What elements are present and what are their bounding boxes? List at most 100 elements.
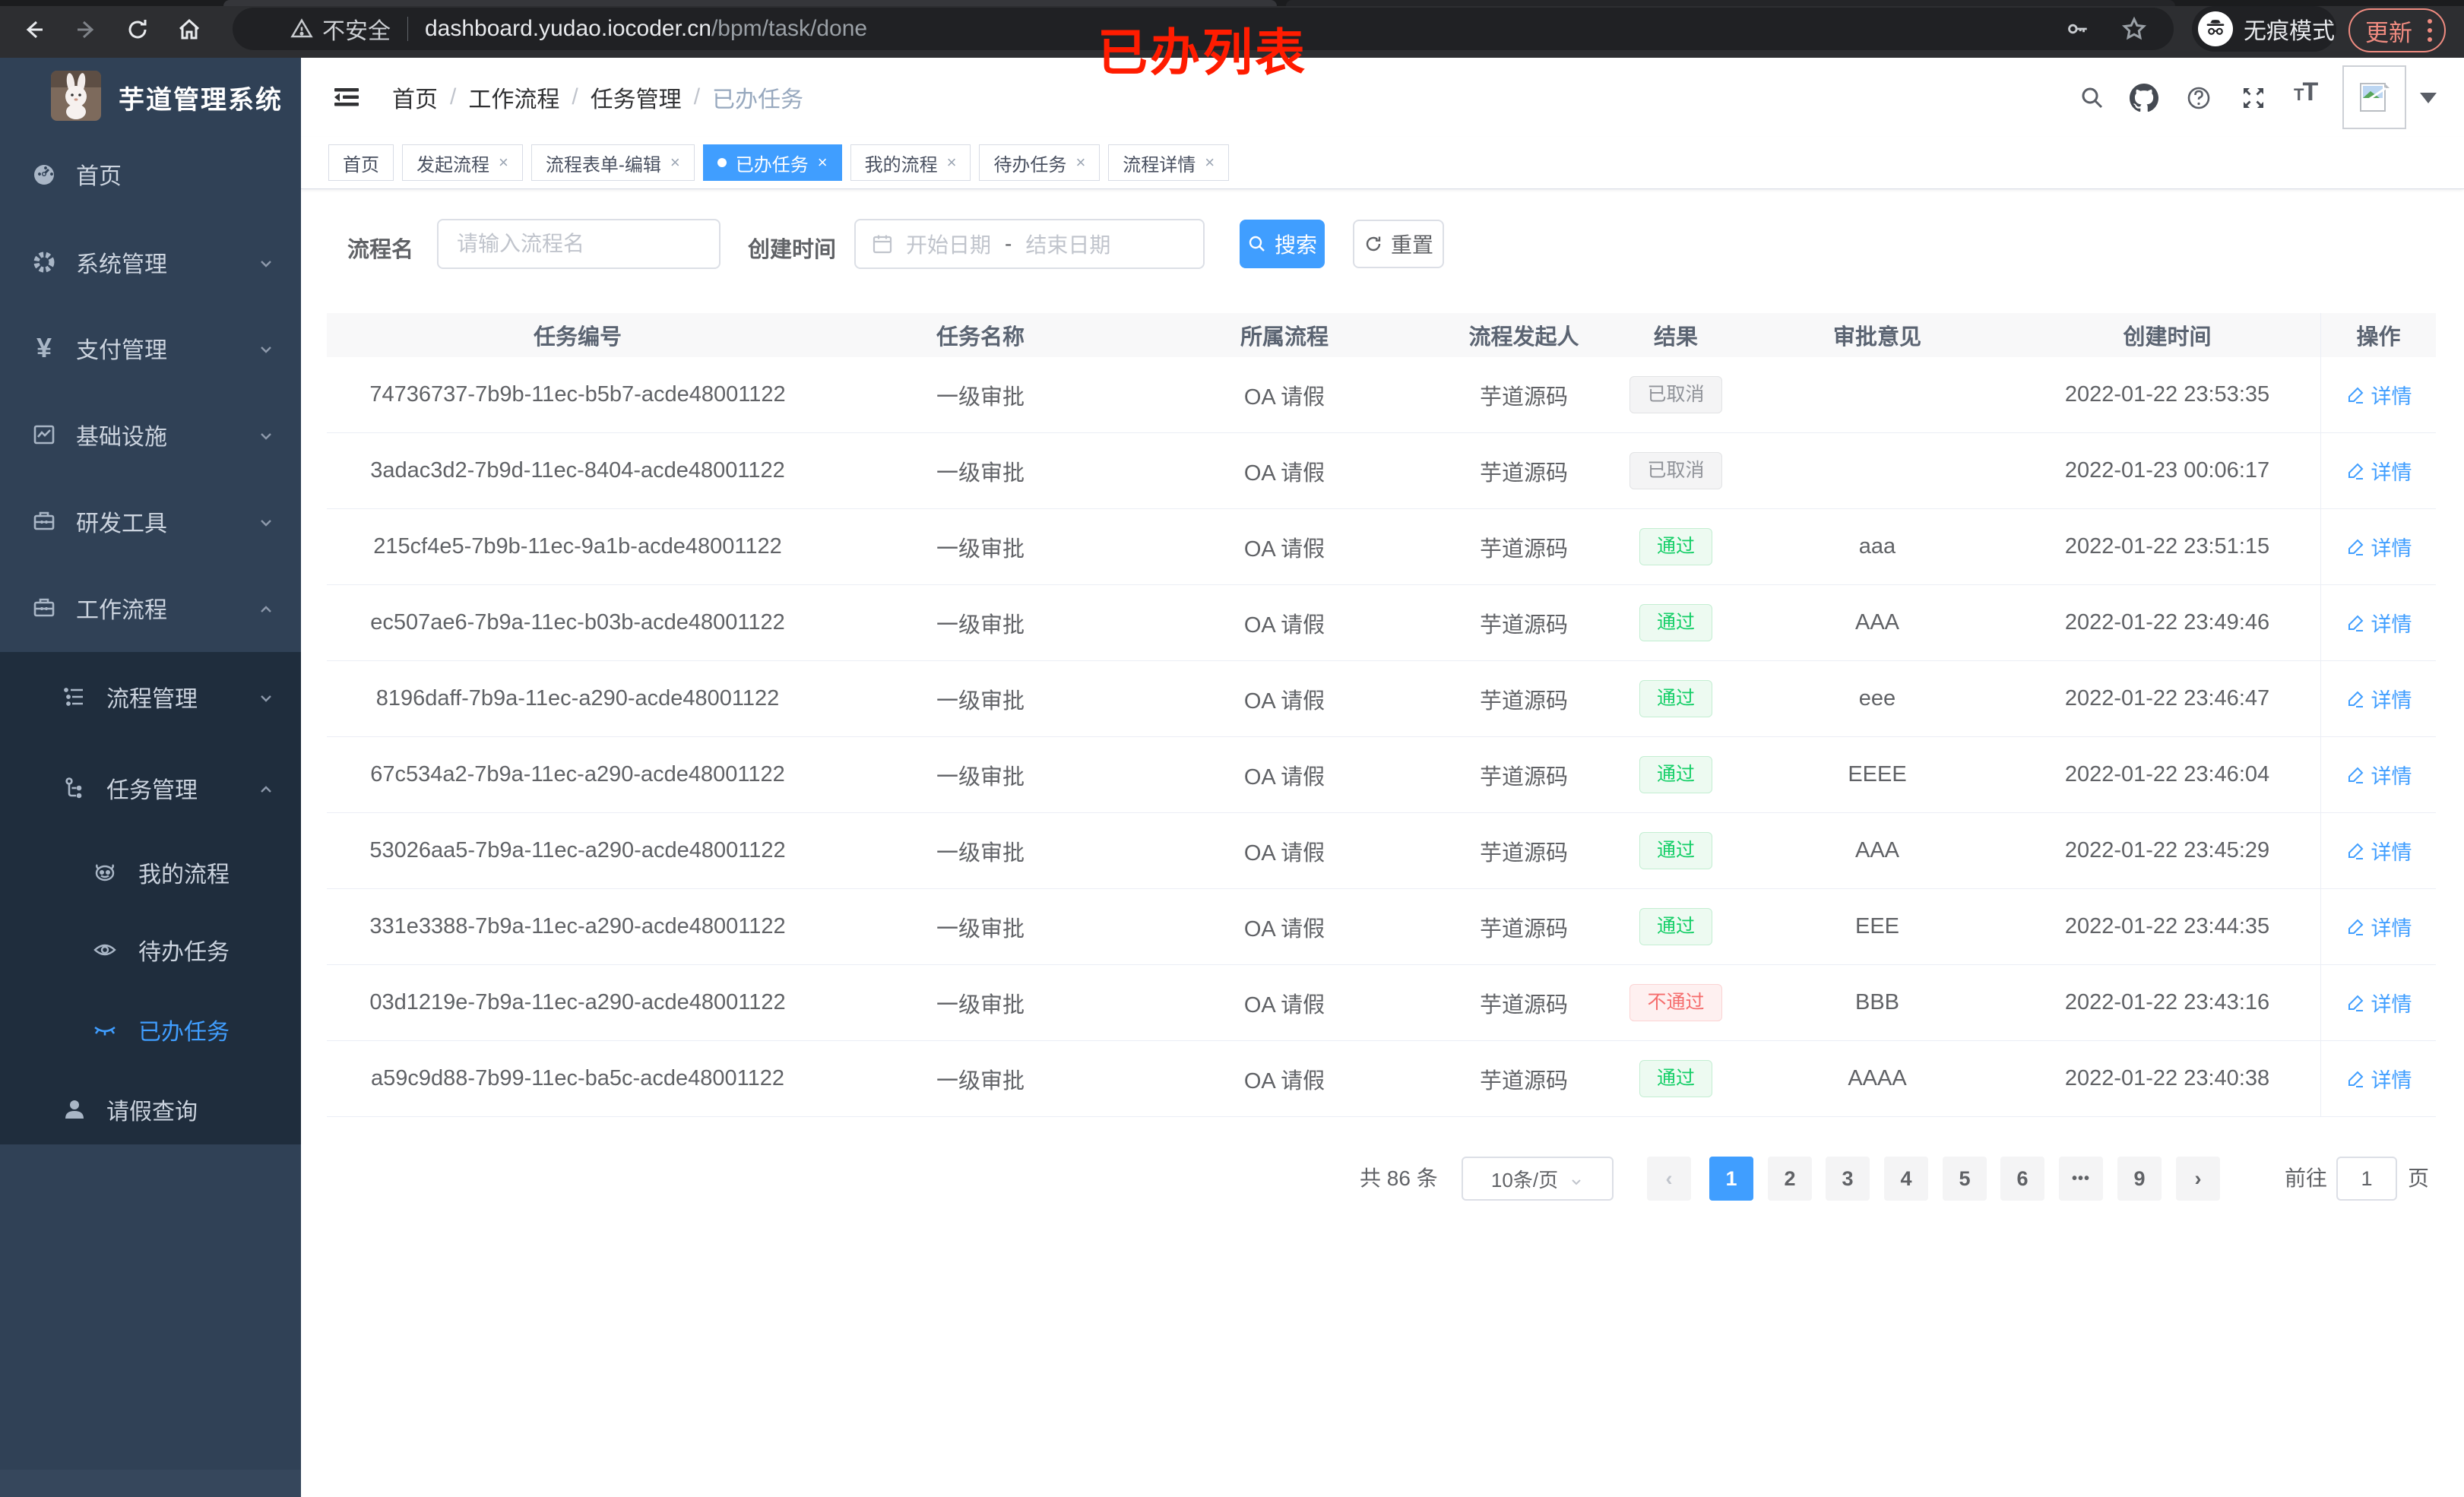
back-icon[interactable] — [21, 17, 47, 43]
detail-link[interactable]: 详情 — [2345, 380, 2412, 410]
sidebar-item-infra[interactable]: 基础设施 — [0, 393, 301, 476]
page-button-1[interactable]: 1 — [1709, 1157, 1753, 1201]
detail-link[interactable]: 详情 — [2345, 684, 2412, 714]
page-button-3[interactable]: 3 — [1826, 1157, 1870, 1201]
bookmark-star-icon[interactable] — [2120, 15, 2148, 43]
detail-link[interactable]: 详情 — [2345, 836, 2412, 866]
chevron-down-icon — [257, 339, 275, 357]
tab-close-icon[interactable]: × — [1205, 153, 1215, 172]
reset-button[interactable]: 重置 — [1353, 220, 1444, 268]
sidebar-item-task-mgmt[interactable]: 任务管理 — [0, 746, 301, 830]
create-time: 2022-01-22 23:45:29 — [2064, 838, 2270, 862]
sidebar-collapse-icon[interactable] — [331, 82, 362, 112]
forward-icon[interactable] — [73, 17, 99, 43]
flow-node-icon — [61, 774, 88, 802]
goto-page-input[interactable] — [2336, 1157, 2397, 1201]
tab-label: 待办任务 — [993, 154, 1067, 176]
tab-done-task[interactable]: 已办任务 × — [702, 144, 842, 181]
security-warning[interactable]: 不安全 — [290, 12, 391, 46]
detail-link[interactable]: 详情 — [2345, 608, 2412, 638]
sidebar-item-system[interactable]: 系统管理 — [0, 220, 301, 304]
page-button-6[interactable]: 6 — [2000, 1157, 2044, 1201]
breadcrumb-item[interactable]: 首页 — [392, 81, 438, 114]
tab-close-icon[interactable]: × — [818, 153, 828, 172]
process-name-input[interactable] — [437, 219, 721, 269]
github-icon[interactable] — [2130, 84, 2160, 114]
page-button-2[interactable]: 2 — [1768, 1157, 1812, 1201]
date-range-picker[interactable]: 开始日期 - 结束日期 — [854, 219, 1205, 269]
detail-link[interactable]: 详情 — [2345, 912, 2412, 942]
sidebar-item-todo-task[interactable]: 待办任务 — [0, 908, 301, 992]
create-time: 2022-01-23 00:06:17 — [2064, 458, 2270, 483]
help-icon[interactable] — [2184, 84, 2215, 114]
detail-link[interactable]: 详情 — [2345, 456, 2412, 486]
detail-link-label: 详情 — [2371, 689, 2412, 712]
tab-start-process[interactable]: 发起流程 × — [402, 144, 523, 181]
home-icon[interactable] — [176, 17, 202, 43]
avatar[interactable] — [2342, 65, 2406, 129]
approve-comment: BBB — [1854, 990, 1900, 1014]
chevron-down-icon — [257, 426, 275, 444]
column-header: 任务名称 — [936, 325, 1025, 350]
sidebar-item-process-mgmt[interactable]: 流程管理 — [0, 655, 301, 739]
tab-close-icon[interactable]: × — [1075, 153, 1085, 172]
task-name: 一级审批 — [936, 460, 1025, 486]
key-icon[interactable] — [2064, 16, 2090, 42]
more-pages-button[interactable]: ••• — [2059, 1157, 2103, 1201]
prev-page-button[interactable]: ‹ — [1647, 1157, 1691, 1201]
breadcrumb: 首页 / 工作流程 / 任务管理 / 已办任务 — [392, 58, 803, 137]
tab-process-detail[interactable]: 流程详情 × — [1108, 144, 1230, 181]
browser-menu-icon[interactable] — [2428, 19, 2432, 42]
breadcrumb-separator: / — [572, 84, 578, 109]
detail-link-label: 详情 — [2371, 841, 2412, 864]
breadcrumb-item[interactable]: 工作流程 — [468, 81, 559, 114]
header-search-icon[interactable] — [2078, 84, 2108, 114]
font-size-icon[interactable]: TT — [2294, 78, 2324, 108]
sidebar-logo[interactable]: 芋道管理系统 — [0, 58, 301, 141]
detail-link[interactable]: 详情 — [2345, 1064, 2412, 1093]
sidebar-item-devtools[interactable]: 研发工具 — [0, 479, 301, 563]
process-name-label: 流程名 — [347, 238, 414, 262]
tab-todo-task[interactable]: 待办任务 × — [979, 144, 1101, 181]
sidebar-item-home[interactable]: 首页 — [0, 132, 301, 216]
next-page-button[interactable]: › — [2176, 1157, 2220, 1201]
breadcrumb-item[interactable]: 任务管理 — [591, 81, 682, 114]
column-header: 创建时间 — [2123, 325, 2212, 350]
reload-icon[interactable] — [125, 17, 150, 43]
sidebar: 芋道管理系统 首页 系统管理 ¥ 支付管理 基础设施 研发工具 工作流程 流程管… — [0, 58, 301, 1497]
page-button-4[interactable]: 4 — [1884, 1157, 1928, 1201]
table-row: 215cf4e5-7b9b-11ec-9a1b-acde48001122 一级审… — [327, 509, 2436, 585]
task-id: 215cf4e5-7b9b-11ec-9a1b-acde48001122 — [373, 534, 782, 559]
page-button-9[interactable]: 9 — [2117, 1157, 2162, 1201]
tab-form-edit[interactable]: 流程表单-编辑 × — [530, 144, 695, 181]
toolbox-icon — [30, 508, 58, 535]
done-task-table: 任务编号 任务名称 所属流程 流程发起人 结果 审批意见 创建时间 操作 747… — [327, 313, 2436, 1117]
breadcrumb-separator: / — [450, 84, 457, 109]
column-header: 结果 — [1653, 325, 1698, 350]
tab-close-icon[interactable]: × — [499, 153, 508, 172]
update-button[interactable]: 更新 — [2348, 8, 2446, 52]
detail-link-label: 详情 — [2371, 993, 2412, 1016]
detail-link[interactable]: 详情 — [2345, 988, 2412, 1018]
page-size-select[interactable]: 10条/页 — [1462, 1157, 1614, 1201]
detail-link-label: 详情 — [2371, 917, 2412, 940]
sidebar-item-leave-query[interactable]: 请假查询 — [0, 1068, 301, 1151]
tab-my-process[interactable]: 我的流程 × — [850, 144, 971, 181]
approve-comment: EEE — [1854, 914, 1900, 938]
detail-link[interactable]: 详情 — [2345, 532, 2412, 562]
sidebar-item-my-process[interactable]: 我的流程 — [0, 831, 301, 914]
fullscreen-icon[interactable] — [2239, 84, 2269, 114]
avatar-dropdown-caret[interactable] — [2420, 93, 2437, 103]
sidebar-item-done-task[interactable]: 已办任务 — [0, 988, 301, 1071]
page-button-5[interactable]: 5 — [1943, 1157, 1987, 1201]
sidebar-item-pay[interactable]: ¥ 支付管理 — [0, 306, 301, 390]
tab-close-icon[interactable]: × — [947, 153, 957, 172]
search-button[interactable]: 搜索 — [1240, 220, 1325, 268]
approve-comment: AAAA — [1848, 1066, 1907, 1090]
tab-home[interactable]: 首页 — [328, 144, 394, 181]
sidebar-item-workflow[interactable]: 工作流程 — [0, 566, 301, 650]
detail-link[interactable]: 详情 — [2345, 760, 2412, 790]
tab-close-icon[interactable]: × — [670, 153, 680, 172]
pencil-icon — [2348, 995, 2363, 1011]
process-starter: 芋道源码 — [1479, 992, 1568, 1018]
